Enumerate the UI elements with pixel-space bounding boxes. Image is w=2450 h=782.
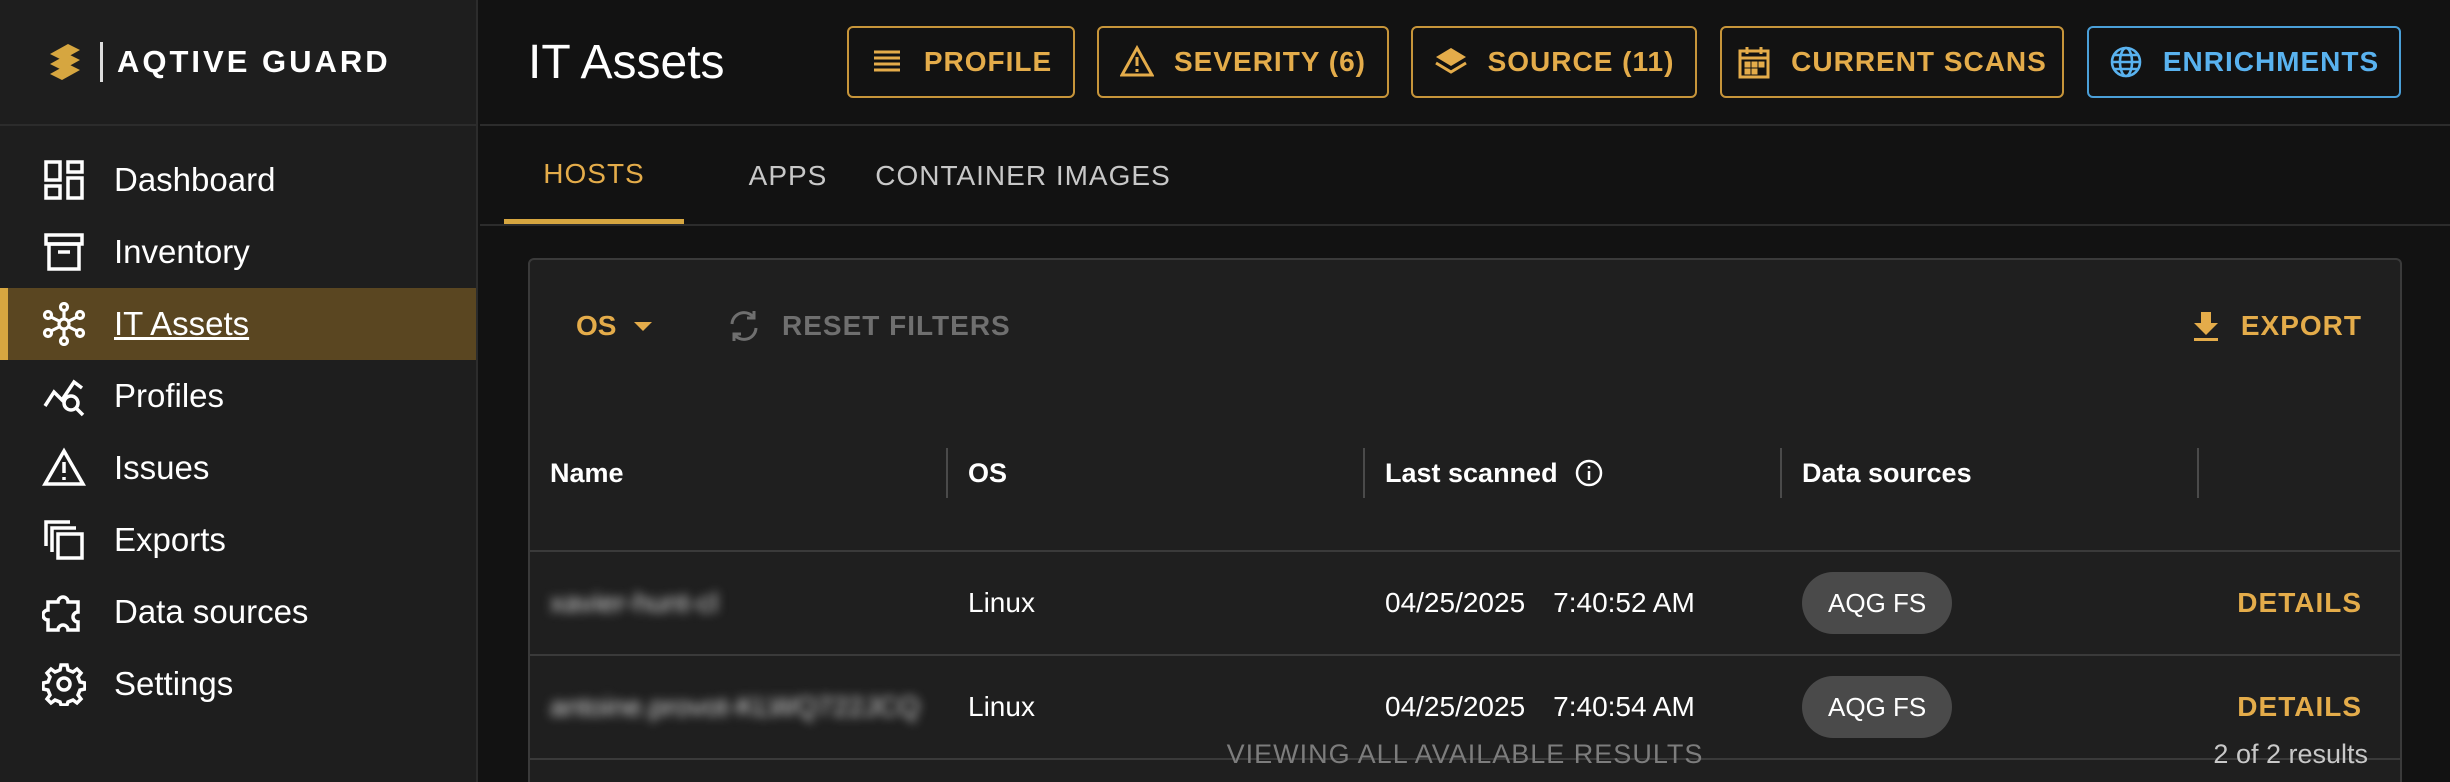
sidebar-item-label: Dashboard xyxy=(114,161,276,198)
column-header-label: Data sources xyxy=(1802,457,1972,488)
sidebar-item-label: Inventory xyxy=(114,233,250,270)
column-header-data-sources[interactable]: Data sources xyxy=(1782,396,2199,550)
current-scans-button-label: CURRENT SCANS xyxy=(1791,46,2047,77)
info-icon[interactable] xyxy=(1574,458,1604,488)
os-filter-dropdown[interactable]: OS xyxy=(576,306,653,346)
profile-button-label: PROFILE xyxy=(923,46,1053,77)
sidebar-item-label: Issues xyxy=(114,449,210,486)
result-count: 2 of 2 results xyxy=(2213,739,2368,769)
network-icon xyxy=(42,302,86,346)
globe-icon xyxy=(2110,46,2142,78)
brand-logo-icon xyxy=(50,44,80,80)
reset-filters-button[interactable]: RESET FILTERS xyxy=(726,306,1011,346)
tab-container-images[interactable]: CONTAINER IMAGES xyxy=(874,128,1172,224)
sidebar-nav: Dashboard Inventory IT Assets Profiles I… xyxy=(0,144,476,720)
warning-icon xyxy=(42,446,86,490)
calendar-icon xyxy=(1738,47,1770,79)
os-cell: Linux xyxy=(968,587,1035,618)
host-name: xavier-hunt-cl xyxy=(550,587,719,618)
column-divider xyxy=(2400,448,2402,498)
sidebar-item-profiles[interactable]: Profiles xyxy=(0,360,476,432)
inventory-icon xyxy=(42,230,86,274)
os-filter-label: OS xyxy=(576,310,617,341)
caret-down-icon xyxy=(634,321,653,331)
severity-button-label: SEVERITY (6) xyxy=(1174,46,1366,77)
column-header-label: OS xyxy=(968,457,1008,488)
details-button[interactable]: DETAILS xyxy=(2237,552,2362,654)
list-icon xyxy=(873,50,900,72)
sidebar-item-settings[interactable]: Settings xyxy=(0,648,476,720)
sidebar-item-label: Settings xyxy=(114,665,234,702)
table-header: Name OS Last scanned Data sources xyxy=(530,396,2400,552)
host-name: antoine.provot-KLWQ722JCQ xyxy=(550,691,920,722)
warning-icon xyxy=(1120,45,1154,77)
page-title: IT Assets xyxy=(528,35,725,89)
sidebar-item-label: Exports xyxy=(114,521,226,558)
sidebar-item-it-assets[interactable]: IT Assets xyxy=(0,288,476,360)
source-button[interactable]: SOURCE (11) xyxy=(1411,26,1697,98)
column-header-label: Last scanned xyxy=(1385,457,1558,488)
export-label: EXPORT xyxy=(2240,310,2362,341)
source-button-label: SOURCE (11) xyxy=(1487,46,1675,77)
scan-date: 04/25/2025 xyxy=(1385,587,1526,618)
tab-hosts[interactable]: HOSTS xyxy=(504,128,684,224)
data-sources-cell: AQG FS xyxy=(1782,552,2199,654)
profile-button[interactable]: PROFILE xyxy=(847,26,1075,98)
asset-tabs: HOSTS APPS CONTAINER IMAGES xyxy=(480,128,2450,226)
column-header-last-scanned[interactable]: Last scanned xyxy=(1365,396,1782,550)
sidebar: AQTIVE GUARD Dashboard Inventory IT Asse… xyxy=(0,0,478,782)
logo-divider xyxy=(100,42,103,82)
layers-icon xyxy=(1434,48,1467,74)
results-status-note: VIEWING ALL AVAILABLE RESULTS xyxy=(1226,739,1704,769)
profiles-icon xyxy=(42,374,86,418)
hosts-table-card: OS RESET FILTERS EXPORT Name OS Last sca… xyxy=(528,258,2402,782)
copy-icon xyxy=(42,518,86,562)
scan-time: 7:40:54 AM xyxy=(1553,691,1695,722)
table-toolbar: OS RESET FILTERS EXPORT xyxy=(530,260,2400,396)
logo[interactable]: AQTIVE GUARD xyxy=(0,0,476,126)
sidebar-item-label: Data sources xyxy=(114,593,309,630)
sidebar-item-inventory[interactable]: Inventory xyxy=(0,216,476,288)
sidebar-item-label: IT Assets xyxy=(114,305,250,342)
top-header: IT Assets PROFILE SEVERITY (6) SOURCE (1… xyxy=(480,0,2450,126)
host-name-cell: xavier-hunt-cl xyxy=(530,552,948,654)
reset-filters-label: RESET FILTERS xyxy=(782,310,1011,341)
sidebar-item-exports[interactable]: Exports xyxy=(0,504,476,576)
scan-time: 7:40:52 AM xyxy=(1553,587,1695,618)
column-header-name[interactable]: Name xyxy=(530,396,948,550)
export-button[interactable]: EXPORT xyxy=(2189,306,2362,346)
sidebar-item-dashboard[interactable]: Dashboard xyxy=(0,144,476,216)
sidebar-item-label: Profiles xyxy=(114,377,225,414)
data-source-chip: AQG FS xyxy=(1802,572,1953,634)
enrichments-button-label: ENRICHMENTS xyxy=(2162,46,2380,77)
tab-apps[interactable]: APPS xyxy=(704,128,872,224)
sidebar-item-issues[interactable]: Issues xyxy=(0,432,476,504)
severity-button[interactable]: SEVERITY (6) xyxy=(1097,26,1389,98)
puzzle-icon xyxy=(42,590,86,634)
refresh-icon xyxy=(730,311,758,341)
column-header-os[interactable]: OS xyxy=(948,396,1365,550)
enrichments-button[interactable]: ENRICHMENTS xyxy=(2087,26,2401,98)
data-source-chip: AQG FS xyxy=(1802,676,1953,738)
brand-name: AQTIVE GUARD xyxy=(117,44,391,79)
sidebar-item-data-sources[interactable]: Data sources xyxy=(0,576,476,648)
column-header-label: Name xyxy=(550,457,624,488)
current-scans-button[interactable]: CURRENT SCANS xyxy=(1720,26,2064,98)
scan-date: 04/25/2025 xyxy=(1385,691,1526,722)
table-row[interactable]: xavier-hunt-cl Linux 04/25/2025 7:40:52 … xyxy=(530,552,2400,656)
last-scanned-cell: 04/25/2025 7:40:52 AM xyxy=(1365,552,1782,654)
dashboard-icon xyxy=(42,158,86,202)
download-icon xyxy=(2193,312,2218,341)
column-header-actions xyxy=(2199,396,2402,550)
gear-icon xyxy=(42,662,86,706)
